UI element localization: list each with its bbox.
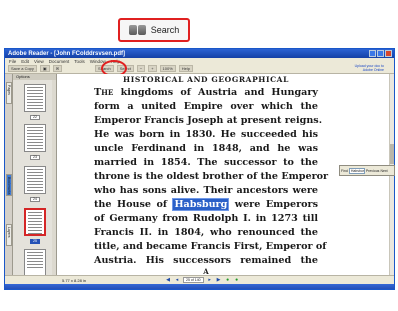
tab-bookmarks[interactable]: Bookmarks bbox=[6, 174, 12, 196]
main-toolbar: Save a Copy ▣ ✉ Search Select − + 100% H… bbox=[5, 60, 394, 77]
find-label: Find bbox=[341, 168, 348, 173]
menu-edit[interactable]: Edit bbox=[21, 59, 29, 64]
text-line: Austria. His successors remained the bbox=[94, 255, 318, 266]
page-letter: A bbox=[203, 267, 209, 275]
text-line: uncle Ferdinand in 1848, and he was bbox=[94, 143, 318, 154]
close-button[interactable] bbox=[385, 50, 392, 57]
text-line: Francis II. in 1804, who renounced the bbox=[94, 227, 318, 238]
text-line: form a united Empire over which the bbox=[94, 101, 318, 112]
upload-link[interactable]: Upload your doc to Adobe Online bbox=[344, 64, 384, 72]
page-thumbnail[interactable] bbox=[24, 124, 46, 152]
text-line: throne is the oldest brother of the Empe… bbox=[94, 171, 329, 182]
next-page-icon[interactable]: ▸ bbox=[207, 277, 213, 283]
search-callout: Search bbox=[118, 18, 190, 42]
email-icon[interactable]: ✉ bbox=[52, 65, 63, 72]
tab-layers-label: Layers bbox=[7, 227, 11, 238]
status-bar: 5.77 x 8.28 in ◀ ◂ 25 of 140 ▸ ▶ ● ● bbox=[5, 275, 394, 284]
page-dimensions: 5.77 x 8.28 in bbox=[62, 278, 87, 283]
text-line: who has sons alive. Their ancestors were bbox=[94, 185, 318, 196]
page-number-label: 23 bbox=[30, 155, 40, 160]
text-line: THE kingdoms of Austria and Hungary bbox=[94, 87, 318, 98]
find-previous-button[interactable]: Previous bbox=[366, 169, 380, 173]
text-line: married in 1854. The successor to the bbox=[94, 157, 318, 168]
page-thumbnail[interactable] bbox=[24, 166, 46, 194]
document-page: HISTORICAL AND GEOGRAPHICAL THE kingdoms… bbox=[94, 74, 329, 275]
text-line: Emperor Francis Joseph at present reigns… bbox=[94, 115, 323, 126]
back-icon[interactable]: ● bbox=[225, 277, 231, 283]
navigation-tabs: Pages Bookmarks Layers bbox=[5, 74, 13, 275]
find-toolbar: Find Habsburg Previous Next bbox=[339, 165, 395, 176]
text-line: He was born in 1830. He succeeded his bbox=[94, 129, 318, 140]
menu-file[interactable]: File bbox=[9, 59, 16, 64]
page-number-label-selected: 25 bbox=[30, 239, 40, 244]
text-line: the House of Habsburg were Emperors bbox=[94, 198, 319, 211]
previous-page-icon[interactable]: ◂ bbox=[174, 277, 180, 283]
page-thumbnail-selected[interactable] bbox=[24, 208, 46, 236]
window-controls bbox=[369, 50, 392, 57]
binoculars-icon bbox=[128, 24, 147, 36]
title-bar: Adobe Reader - [John FColddrsvsen.pdf] bbox=[5, 49, 394, 58]
page-navigation: ◀ ◂ 25 of 140 ▸ ▶ ● ● bbox=[165, 277, 240, 283]
help-button[interactable]: Help bbox=[178, 65, 194, 72]
window-title: Adobe Reader - [John FColddrsvsen.pdf] bbox=[8, 50, 126, 57]
menu-view[interactable]: View bbox=[34, 59, 44, 64]
zoom-out-icon[interactable]: − bbox=[136, 65, 146, 72]
tab-pages[interactable]: Pages bbox=[6, 82, 12, 104]
menu-tools[interactable]: Tools bbox=[74, 59, 85, 64]
find-input[interactable]: Habsburg bbox=[348, 167, 365, 174]
search-callout-label: Search bbox=[150, 25, 180, 35]
save-copy-button[interactable]: Save a Copy bbox=[8, 65, 37, 72]
zoom-level-field[interactable]: 100% bbox=[159, 65, 176, 72]
minimize-button[interactable] bbox=[369, 50, 376, 57]
page-number-label: 22 bbox=[30, 115, 40, 120]
find-next-button[interactable]: Next bbox=[380, 169, 387, 173]
maximize-button[interactable] bbox=[377, 50, 384, 57]
thumbnails-scrollbar[interactable] bbox=[52, 80, 56, 275]
print-icon[interactable]: ▣ bbox=[39, 65, 50, 72]
thumbnails-pane: Options 22 23 24 25 bbox=[13, 74, 57, 275]
forward-icon[interactable]: ● bbox=[234, 277, 240, 283]
menu-document[interactable]: Document bbox=[49, 59, 70, 64]
last-page-icon[interactable]: ▶ bbox=[216, 277, 222, 283]
page-heading: HISTORICAL AND GEOGRAPHICAL bbox=[123, 75, 289, 84]
tab-pages-label: Pages bbox=[7, 85, 11, 95]
text-line: of Germany from Rudolph I. in 1273 till bbox=[94, 213, 318, 224]
thumbnails-options[interactable]: Options bbox=[13, 74, 56, 80]
search-hit-highlight: Habsburg bbox=[172, 198, 230, 211]
reader-window: Adobe Reader - [John FColddrsvsen.pdf] F… bbox=[4, 48, 395, 290]
scroll-thumb[interactable] bbox=[390, 144, 394, 164]
tab-bookmarks-label: Bookmarks bbox=[7, 177, 11, 195]
tab-layers[interactable]: Layers bbox=[6, 224, 12, 246]
first-page-icon[interactable]: ◀ bbox=[165, 277, 171, 283]
taskbar bbox=[5, 284, 394, 289]
zoom-in-icon[interactable]: + bbox=[148, 65, 157, 72]
page-thumbnail[interactable] bbox=[24, 84, 46, 112]
text-line: title, and became Francis First, Emperor… bbox=[94, 241, 327, 252]
page-thumbnail[interactable] bbox=[24, 249, 46, 275]
page-number-label: 24 bbox=[30, 197, 40, 202]
page-number-field[interactable]: 25 of 140 bbox=[183, 277, 204, 283]
